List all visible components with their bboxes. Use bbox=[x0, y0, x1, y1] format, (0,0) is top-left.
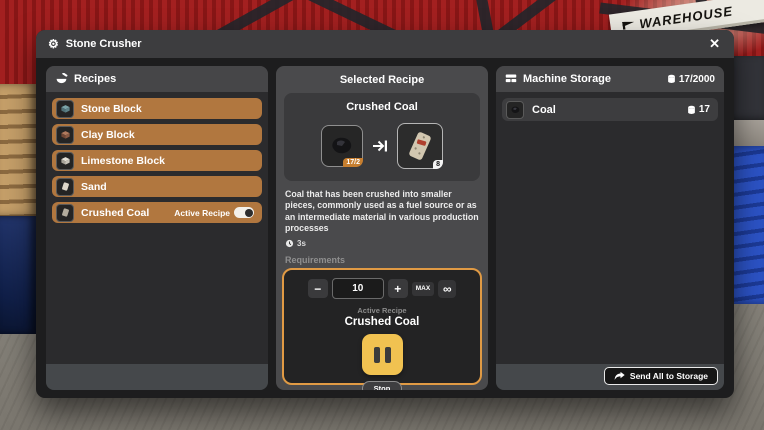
stone-crusher-dialog: ⚙ Stone Crusher ✕ Recipes Stone Block bbox=[36, 30, 734, 398]
active-recipe-name: Crushed Coal bbox=[284, 316, 480, 328]
recipe-label: Limestone Block bbox=[81, 155, 165, 167]
clock-icon bbox=[285, 239, 294, 248]
active-recipe-toggle[interactable] bbox=[234, 207, 254, 218]
quantity-increase-button[interactable]: + bbox=[388, 279, 408, 298]
recipe-card: Crushed Coal 17/2 bbox=[284, 93, 480, 181]
send-all-label: Send All to Storage bbox=[630, 371, 708, 381]
recipes-header-label: Recipes bbox=[74, 73, 116, 85]
input-quantity-badge: 17/2 bbox=[343, 158, 363, 167]
recipe-description: Coal that has been crushed into smaller … bbox=[285, 189, 479, 234]
craft-time: 3s bbox=[297, 239, 306, 248]
recipes-panel-footer bbox=[46, 364, 268, 390]
recipe-label: Clay Block bbox=[81, 129, 135, 141]
quantity-max-button[interactable]: MAX bbox=[412, 282, 434, 296]
quantity-decrease-button[interactable]: − bbox=[308, 279, 328, 298]
crushed-coal-bag-icon bbox=[408, 131, 432, 161]
storage-capacity: 17/2000 bbox=[679, 74, 715, 85]
recipe-row-crushed-coal[interactable]: Crushed Coal Active Recipe bbox=[52, 202, 262, 223]
recipe-label: Sand bbox=[81, 181, 107, 193]
warehouse-sign-logo-icon bbox=[622, 20, 635, 30]
recipe-row-stone-block[interactable]: Stone Block bbox=[52, 98, 262, 119]
output-quantity-badge: 8 bbox=[433, 160, 443, 169]
stack-icon bbox=[687, 105, 696, 115]
recipes-panel: Recipes Stone Block Clay Block bbox=[46, 66, 268, 390]
close-button[interactable]: ✕ bbox=[707, 36, 722, 52]
dialog-title: Stone Crusher bbox=[66, 38, 142, 50]
coal-lump-icon bbox=[329, 134, 355, 158]
send-icon bbox=[614, 371, 625, 381]
gear-icon: ⚙ bbox=[48, 38, 59, 50]
recipe-label: Crushed Coal bbox=[81, 207, 149, 219]
active-recipe-caption: Active Recipe bbox=[284, 306, 480, 315]
arrow-to-bar-icon bbox=[372, 139, 388, 153]
sand-bag-icon bbox=[56, 178, 74, 196]
storage-icon bbox=[505, 73, 517, 85]
clay-block-icon bbox=[56, 126, 74, 144]
pause-icon bbox=[385, 347, 391, 363]
storage-header-label: Machine Storage bbox=[523, 73, 611, 85]
pause-icon bbox=[374, 347, 380, 363]
recipe-label: Stone Block bbox=[81, 103, 142, 115]
storage-item-count: 17 bbox=[699, 104, 710, 115]
recipes-icon bbox=[55, 73, 68, 86]
limestone-block-icon bbox=[56, 152, 74, 170]
machine-storage-panel: Machine Storage 17/2000 Coal bbox=[496, 66, 724, 390]
stacked-crates bbox=[0, 84, 38, 216]
coal-item-icon bbox=[506, 101, 524, 119]
storage-item-name: Coal bbox=[532, 104, 556, 116]
storage-item-row-coal[interactable]: Coal 17 bbox=[502, 98, 718, 121]
pause-button[interactable] bbox=[362, 334, 403, 375]
recipe-row-limestone-block[interactable]: Limestone Block bbox=[52, 150, 262, 171]
output-item-slot[interactable]: 8 bbox=[397, 123, 443, 169]
stone-block-icon bbox=[56, 100, 74, 118]
stack-icon bbox=[667, 74, 676, 84]
recipe-row-sand[interactable]: Sand bbox=[52, 176, 262, 197]
crushed-coal-bag-icon bbox=[56, 204, 74, 222]
quantity-infinite-button[interactable]: ∞ bbox=[438, 280, 456, 298]
stop-button[interactable]: Stop bbox=[362, 381, 403, 390]
dialog-titlebar: ⚙ Stone Crusher ✕ bbox=[36, 30, 734, 58]
quantity-input[interactable] bbox=[332, 278, 384, 299]
requirements-label: Requirements bbox=[285, 255, 479, 265]
selected-recipe-header: Selected Recipe bbox=[276, 74, 488, 86]
active-recipe-card: − + MAX ∞ Active Recipe Crushed Coal Sto… bbox=[282, 268, 482, 385]
recipe-row-clay-block[interactable]: Clay Block bbox=[52, 124, 262, 145]
active-recipe-label: Active Recipe bbox=[174, 208, 230, 218]
recipe-card-title: Crushed Coal bbox=[284, 101, 480, 113]
input-item-slot[interactable]: 17/2 bbox=[321, 125, 363, 167]
blue-rack-left bbox=[0, 216, 36, 334]
selected-recipe-panel: Selected Recipe Crushed Coal 17/2 bbox=[276, 66, 488, 390]
send-all-to-storage-button[interactable]: Send All to Storage bbox=[604, 367, 718, 385]
storage-header: Machine Storage 17/2000 bbox=[496, 66, 724, 92]
recipes-header: Recipes bbox=[46, 66, 268, 92]
